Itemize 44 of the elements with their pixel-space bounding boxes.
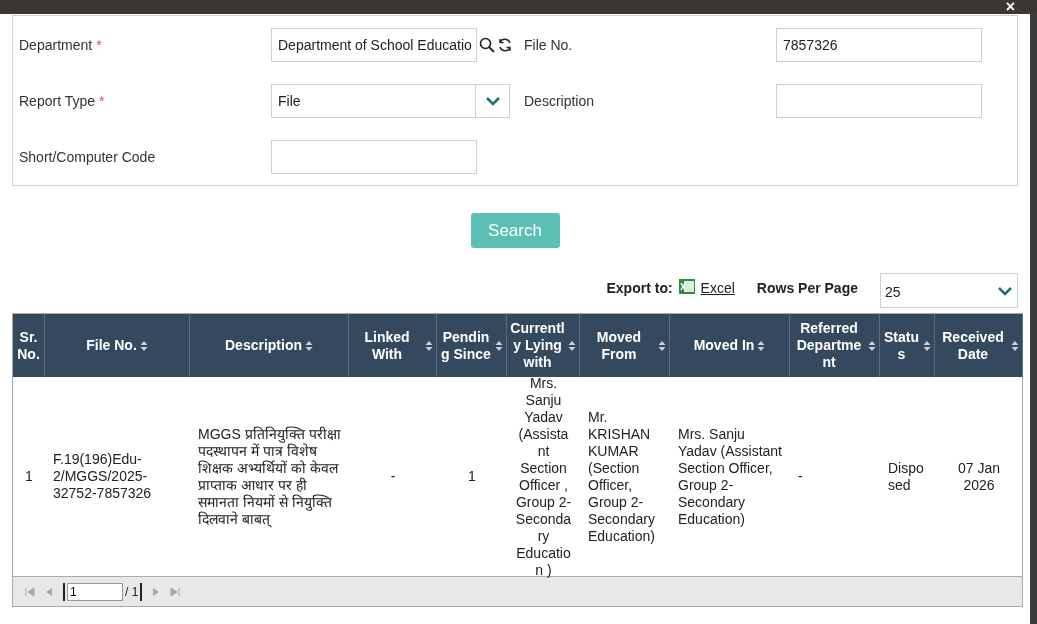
search-icon[interactable] [479, 37, 495, 53]
field-label: Short/Computer Code [19, 147, 156, 167]
table-cell-text: Mrs. Sanju Yadav (Assistant Section Officer, Group 2-Secondary Education) [677, 424, 783, 529]
refresh-icon[interactable] [497, 37, 513, 53]
required-marker: * [99, 91, 105, 111]
spreadsheet-icon [678, 279, 695, 294]
table-cell-text: - [797, 467, 804, 486]
table-cell-text: 1 [467, 467, 477, 486]
field-label: Report Type [19, 91, 95, 111]
table-cell-text: MGGS प्रतिनियुक्ति परीक्षा पदस्थापन में पात्र विशेष शिक्षक अभ्यर्थियों को केवल प्राप्ताक आधार पर ही समानता नियमों से नियुक्ति दिलवाने बाबत् [197, 424, 342, 530]
sort-icon[interactable] [495, 339, 503, 352]
department-field[interactable]: Department of School Educatio [271, 28, 477, 62]
table-cell-text: 07 Jan 2026 [956, 458, 1001, 495]
table-cell-text: F.19(196)Edu-2/MGGS/2025-32752-7857326 [52, 450, 153, 503]
table-cell-text: Mr. KRISHAN KUMAR (Section Officer, Group 2-Secondary Education) [587, 407, 656, 546]
field-label: File No. [524, 35, 573, 55]
sort-icon[interactable] [305, 339, 313, 352]
sort-icon[interactable] [425, 339, 433, 352]
table-cell-text: 1 [24, 467, 34, 486]
chevron-down-icon [484, 96, 501, 106]
report-type-select[interactable]: File [271, 84, 510, 118]
close-button[interactable]: × [1005, 0, 1015, 14]
sort-icon[interactable] [139, 339, 148, 352]
page-total: / 1 [125, 582, 143, 601]
sort-icon[interactable] [923, 339, 931, 352]
rows-per-page-select[interactable]: 25 [880, 273, 1018, 308]
required-marker: * [96, 35, 102, 55]
rows-per-page-label: Rows Per Page [756, 279, 858, 298]
table-cell-text: Disposed [887, 458, 925, 495]
input-field[interactable] [776, 84, 982, 118]
sort-icon[interactable] [568, 339, 576, 352]
sort-icon[interactable] [868, 339, 876, 352]
sort-icon[interactable] [658, 339, 666, 352]
excel-link[interactable]: Excel [700, 278, 735, 299]
field-label: Department [19, 35, 93, 55]
export-label: Export to: [606, 279, 673, 298]
input-field[interactable] [271, 140, 477, 174]
input-field[interactable]: 7857326 [776, 28, 982, 62]
sort-icon[interactable] [757, 339, 766, 352]
sort-icon[interactable] [1011, 339, 1019, 352]
table-cell-text: Mrs. Sanju Yadav (Assistant Section Officer , Group 2-Secondary Education ) [514, 377, 573, 576]
table-cell-text: - [389, 467, 397, 486]
field-label: Description [524, 91, 595, 111]
chevron-down-icon [997, 285, 1013, 296]
